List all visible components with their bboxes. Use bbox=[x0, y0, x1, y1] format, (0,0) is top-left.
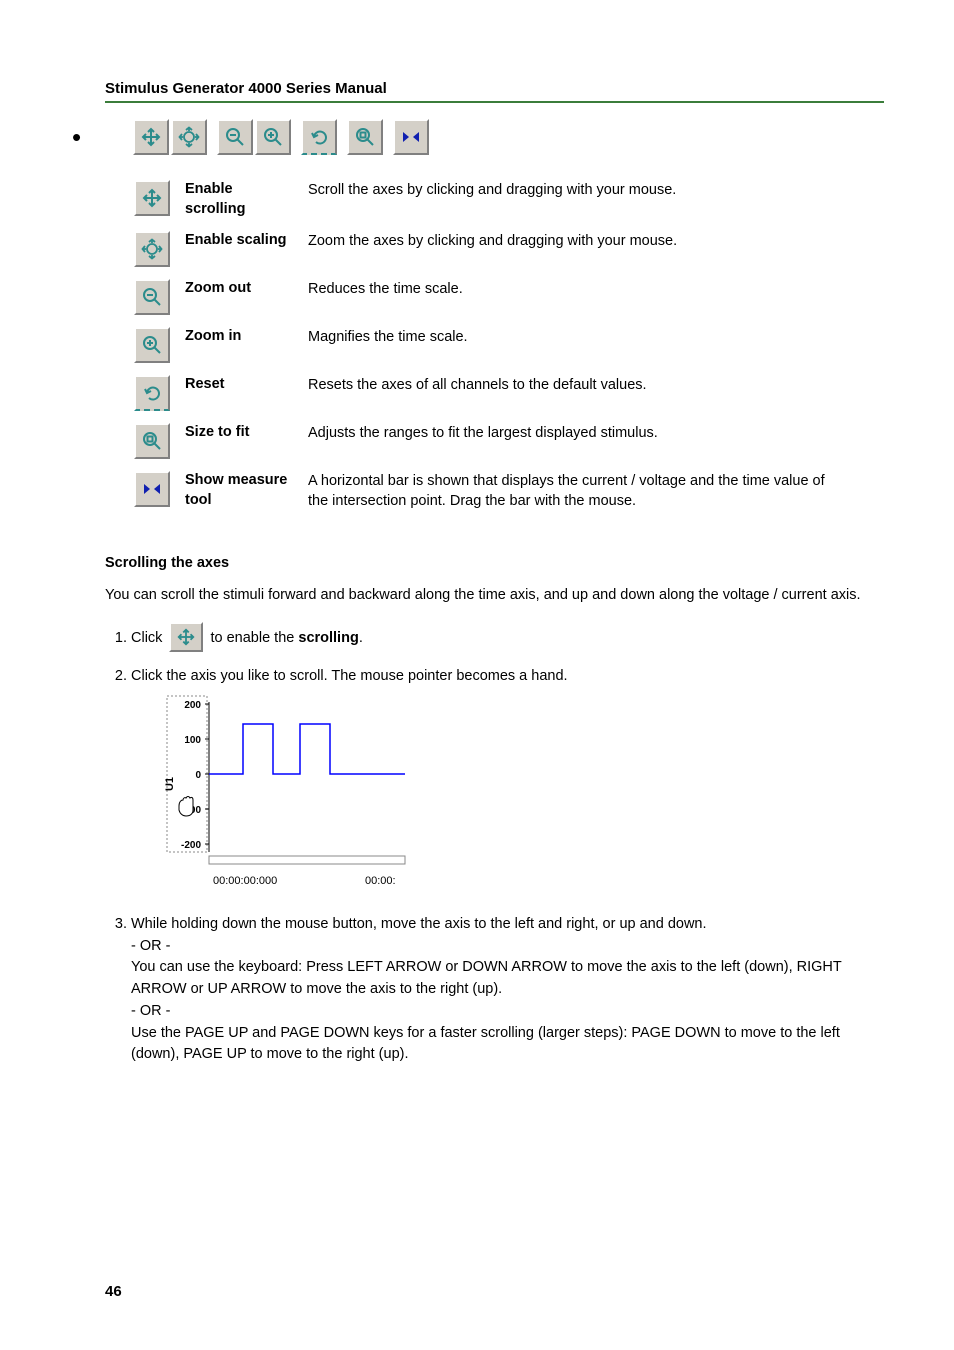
table-row: Show measure tool A horizontal bar is sh… bbox=[133, 470, 860, 513]
step1-bold: scrolling bbox=[298, 630, 358, 646]
section-subhead: Scrolling the axes bbox=[105, 555, 884, 571]
step3-or: - OR - bbox=[131, 938, 170, 954]
list-item: While holding down the mouse button, mov… bbox=[131, 914, 884, 1066]
svg-text:-200: -200 bbox=[181, 840, 201, 851]
svg-text:100: 100 bbox=[184, 735, 201, 746]
measure-icon bbox=[134, 471, 170, 507]
zoom-in-icon bbox=[255, 119, 291, 155]
term-label: Zoom in bbox=[184, 326, 307, 364]
measure-icon bbox=[393, 119, 429, 155]
list-item: Click the axis you like to scroll. The m… bbox=[131, 666, 884, 902]
bullet-dot: • bbox=[72, 124, 81, 150]
step3-l3: Use the PAGE UP and PAGE DOWN keys for a… bbox=[131, 1025, 840, 1063]
move-icon bbox=[134, 180, 170, 216]
term-desc: Adjusts the ranges to fit the largest di… bbox=[307, 422, 860, 460]
size-to-fit-icon bbox=[347, 119, 383, 155]
steps-list: Click to enable the scrolling. Click the… bbox=[105, 622, 884, 1067]
term-desc: Zoom the axes by clicking and dragging w… bbox=[307, 230, 860, 268]
zoom-out-icon bbox=[217, 119, 253, 155]
table-row: Enable scrolling Scroll the axes by clic… bbox=[133, 179, 860, 220]
svg-text:00:00:00:000: 00:00:00:000 bbox=[213, 875, 277, 887]
term-label: Enable scrolling bbox=[184, 179, 307, 220]
list-item: Click to enable the scrolling. bbox=[131, 622, 884, 655]
size-to-fit-icon bbox=[134, 423, 170, 459]
term-label: Reset bbox=[184, 374, 307, 412]
reset-icon bbox=[301, 119, 337, 155]
move-icon bbox=[133, 119, 169, 155]
page-title: Stimulus Generator 4000 Series Manual bbox=[105, 80, 884, 97]
term-desc: Scroll the axes by clicking and dragging… bbox=[307, 179, 860, 220]
step3-l1: While holding down the mouse button, mov… bbox=[131, 916, 707, 932]
page-number: 46 bbox=[105, 1283, 122, 1300]
table-row: Size to fit Adjusts the ranges to fit th… bbox=[133, 422, 860, 460]
zoom-in-icon bbox=[134, 327, 170, 363]
move-icon bbox=[169, 622, 203, 655]
table-row: Zoom out Reduces the time scale. bbox=[133, 278, 860, 316]
term-label: Show measure tool bbox=[184, 470, 307, 513]
scale-icon bbox=[134, 231, 170, 267]
table-row: Reset Resets the axes of all channels to… bbox=[133, 374, 860, 412]
term-desc: Reduces the time scale. bbox=[307, 278, 860, 316]
step1-end: . bbox=[359, 630, 363, 646]
step3-l2: You can use the keyboard: Press LEFT ARR… bbox=[131, 959, 842, 997]
term-label: Enable scaling bbox=[184, 230, 307, 268]
table-row: Zoom in Magnifies the time scale. bbox=[133, 326, 860, 364]
zoom-out-icon bbox=[134, 279, 170, 315]
step3-or2: - OR - bbox=[131, 1003, 170, 1019]
term-desc: A horizontal bar is shown that displays … bbox=[307, 470, 860, 513]
svg-text:0: 0 bbox=[195, 770, 201, 781]
term-desc: Resets the axes of all channels to the d… bbox=[307, 374, 860, 412]
term-label: Size to fit bbox=[184, 422, 307, 460]
header-rule bbox=[105, 101, 884, 103]
toolbar-figure bbox=[133, 119, 884, 155]
svg-text:00:00:: 00:00: bbox=[365, 875, 396, 887]
axis-chart-figure: 200 100 0 -100 -200 U1 bbox=[165, 694, 884, 902]
step1-pre: Click bbox=[131, 630, 166, 646]
term-desc: Magnifies the time scale. bbox=[307, 326, 860, 364]
step1-post: to enable the bbox=[210, 630, 298, 646]
scale-icon bbox=[171, 119, 207, 155]
definitions-table: Enable scrolling Scroll the axes by clic… bbox=[133, 169, 860, 523]
svg-text:U1: U1 bbox=[165, 777, 176, 791]
svg-text:200: 200 bbox=[184, 700, 201, 711]
step2-text: Click the axis you like to scroll. The m… bbox=[131, 668, 568, 684]
reset-icon bbox=[134, 375, 170, 411]
section-intro: You can scroll the stimuli forward and b… bbox=[105, 585, 884, 606]
term-label: Zoom out bbox=[184, 278, 307, 316]
table-row: Enable scaling Zoom the axes by clicking… bbox=[133, 230, 860, 268]
